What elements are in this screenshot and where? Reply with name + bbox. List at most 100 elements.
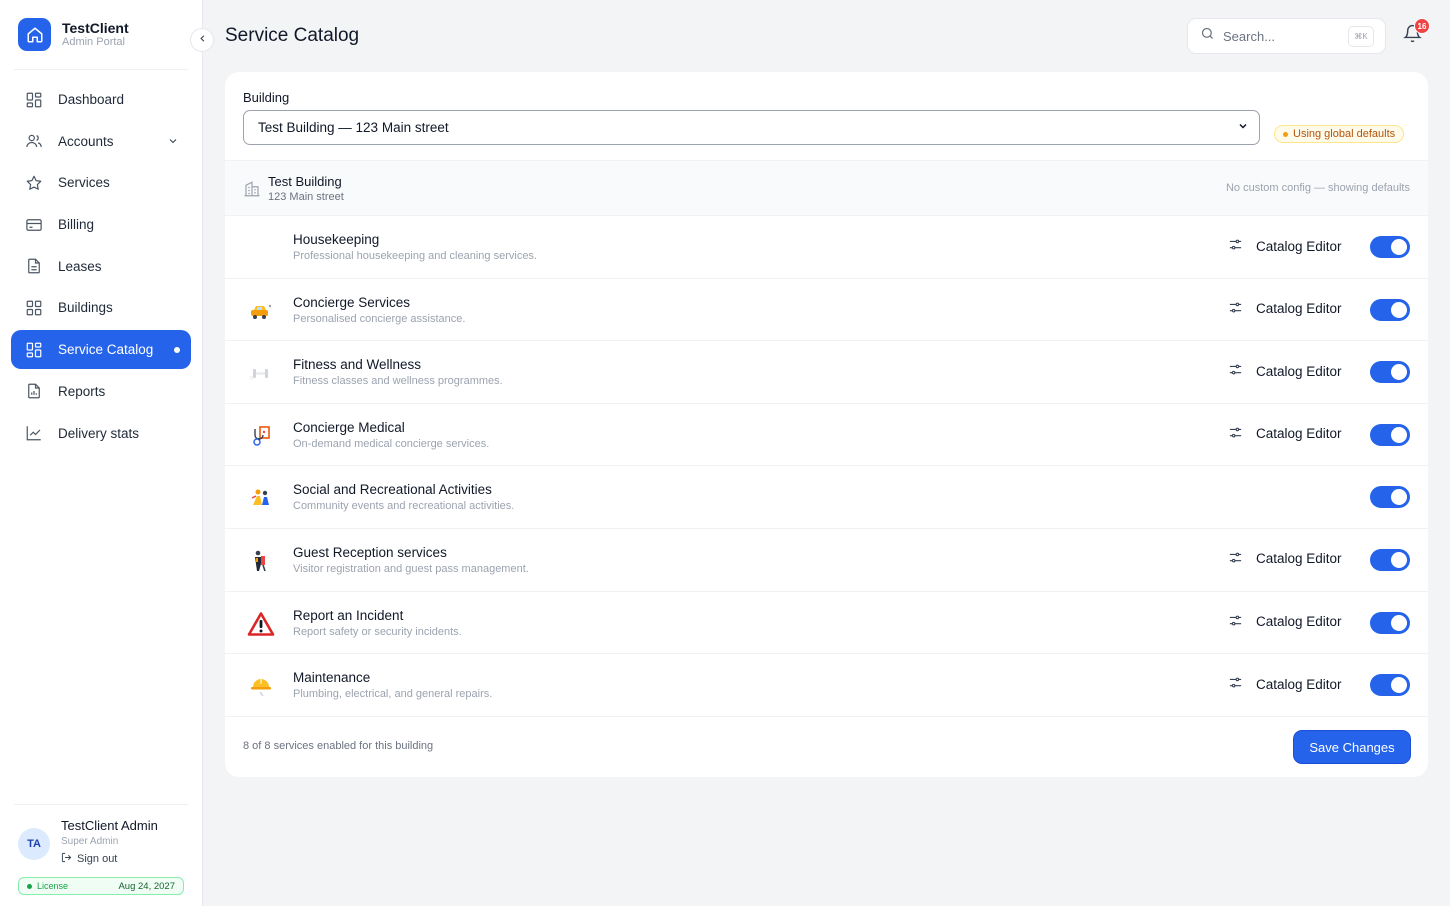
license-label: License bbox=[37, 881, 69, 891]
catalog-editor-button[interactable]: Catalog Editor bbox=[1228, 613, 1342, 631]
chevron-left-icon bbox=[197, 31, 208, 49]
license-badge: License Aug 24, 2027 bbox=[18, 877, 184, 895]
catalog-editor-button[interactable]: Catalog Editor bbox=[1228, 425, 1342, 443]
catalog-editor-label: Catalog Editor bbox=[1256, 614, 1342, 630]
sidebar-nav: Dashboard Accounts Services Billing Leas… bbox=[11, 80, 191, 455]
service-toggle[interactable] bbox=[1370, 486, 1410, 509]
catalog-editor-label: Catalog Editor bbox=[1256, 238, 1342, 254]
sidebar-item-label: Buildings bbox=[58, 300, 113, 316]
service-row-fitness-and-wellness: Fitness and Wellness Fitness classes and… bbox=[225, 341, 1428, 404]
user-panel: TA TestClient Admin Super Admin Sign out bbox=[18, 818, 158, 866]
building-select[interactable]: Test Building — 123 Main street bbox=[243, 110, 1260, 145]
report-icon bbox=[24, 381, 44, 401]
catalog-editor-label: Catalog Editor bbox=[1256, 676, 1342, 692]
service-toggle[interactable] bbox=[1370, 361, 1410, 384]
toggle-knob bbox=[1391, 551, 1407, 568]
license-status-dot bbox=[27, 883, 32, 889]
toggle-knob bbox=[1391, 426, 1407, 443]
building-config-note: No custom config — showing defaults bbox=[1225, 182, 1410, 194]
service-toggle[interactable] bbox=[1370, 298, 1410, 321]
sign-out-link[interactable]: Sign out bbox=[61, 852, 158, 866]
service-row-housekeeping: Housekeeping Professional housekeeping a… bbox=[225, 216, 1428, 279]
sliders-icon bbox=[1228, 550, 1243, 568]
sidebar-item-label: Delivery stats bbox=[58, 425, 140, 441]
search-box[interactable]: ⌘K bbox=[1187, 18, 1386, 54]
sidebar: TestClient Admin Portal Dashboard Accoun… bbox=[0, 0, 203, 906]
notification-count-badge: 16 bbox=[1414, 18, 1430, 34]
sidebar-item-label: Services bbox=[58, 175, 110, 191]
reception-icon bbox=[247, 548, 275, 574]
service-row-concierge-medical: Concierge Medical On-demand medical conc… bbox=[225, 404, 1428, 467]
sliders-icon bbox=[1228, 237, 1243, 255]
sliders-icon bbox=[1228, 362, 1243, 380]
catalog-editor-button[interactable]: Catalog Editor bbox=[1228, 362, 1342, 380]
catalog-editor-button[interactable]: Catalog Editor bbox=[1228, 237, 1342, 255]
sign-out-icon bbox=[61, 852, 72, 866]
service-name: Concierge Services bbox=[293, 294, 411, 310]
catalog-editor-button[interactable]: Catalog Editor bbox=[1228, 550, 1342, 568]
active-indicator-dot bbox=[174, 347, 180, 354]
search-input[interactable] bbox=[1223, 28, 1343, 44]
service-description: Report safety or security incidents. bbox=[293, 625, 462, 638]
toggle-knob bbox=[1391, 364, 1407, 381]
user-role: Super Admin bbox=[61, 836, 119, 847]
sign-out-label: Sign out bbox=[77, 853, 118, 865]
sidebar-item-dashboard[interactable]: Dashboard bbox=[11, 80, 191, 119]
credit-card-icon bbox=[24, 215, 44, 235]
sidebar-item-accounts[interactable]: Accounts bbox=[11, 122, 191, 161]
user-name: TestClient Admin bbox=[61, 818, 158, 833]
page-title: Service Catalog bbox=[225, 25, 360, 46]
catalog-editor-label: Catalog Editor bbox=[1256, 363, 1342, 379]
toggle-knob bbox=[1391, 301, 1407, 318]
concierge-car-icon bbox=[247, 298, 275, 324]
service-name: Report an Incident bbox=[293, 607, 404, 623]
service-toggle[interactable] bbox=[1370, 548, 1410, 571]
sidebar-item-billing[interactable]: Billing bbox=[11, 205, 191, 244]
service-description: On-demand medical concierge services. bbox=[293, 437, 490, 450]
brand[interactable]: TestClient Admin Portal bbox=[18, 18, 129, 51]
sidebar-item-leases[interactable]: Leases bbox=[11, 247, 191, 286]
building-label: Building bbox=[243, 90, 290, 105]
license-date: Aug 24, 2027 bbox=[118, 880, 175, 892]
sidebar-item-services[interactable]: Services bbox=[11, 163, 191, 202]
sidebar-item-buildings[interactable]: Buildings bbox=[11, 288, 191, 327]
sidebar-item-reports[interactable]: Reports bbox=[11, 372, 191, 411]
service-name: Social and Recreational Activities bbox=[293, 482, 492, 498]
service-name: Housekeeping bbox=[293, 232, 380, 247]
dumbbell-icon bbox=[247, 360, 275, 386]
avatar[interactable]: TA bbox=[18, 828, 50, 860]
service-description: Community events and recreational activi… bbox=[293, 500, 515, 513]
save-changes-button[interactable]: Save Changes bbox=[1294, 731, 1410, 763]
sidebar-item-service-catalog[interactable]: Service Catalog bbox=[11, 330, 191, 370]
sliders-icon bbox=[1228, 300, 1243, 318]
warning-triangle-icon bbox=[247, 611, 275, 637]
chevron-down-icon[interactable] bbox=[167, 135, 179, 150]
toggle-knob bbox=[1391, 489, 1407, 506]
sidebar-item-label: Dashboard bbox=[58, 92, 125, 107]
service-list: Housekeeping Professional housekeeping a… bbox=[225, 216, 1428, 717]
home-icon bbox=[18, 18, 51, 51]
star-icon bbox=[24, 173, 44, 193]
line-chart-icon bbox=[24, 423, 44, 443]
service-toggle[interactable] bbox=[1370, 611, 1410, 634]
service-name: Fitness and Wellness bbox=[293, 357, 422, 373]
hard-hat-icon bbox=[247, 673, 275, 699]
service-catalog-card: Building Test Building — 123 Main street… bbox=[225, 72, 1428, 777]
sidebar-item-delivery-stats[interactable]: Delivery stats bbox=[11, 414, 191, 453]
buildings-grid-icon bbox=[24, 298, 44, 318]
catalog-editor-label: Catalog Editor bbox=[1256, 551, 1342, 567]
chevron-down-icon bbox=[1237, 120, 1249, 135]
building-address: 123 Main street bbox=[268, 191, 344, 203]
service-description: Professional housekeeping and cleaning s… bbox=[293, 250, 537, 262]
document-icon bbox=[24, 256, 44, 276]
service-toggle[interactable] bbox=[1370, 236, 1410, 258]
service-toggle[interactable] bbox=[1370, 674, 1410, 697]
building-summary: Test Building 123 Main street No custom … bbox=[225, 160, 1428, 216]
service-description: Visitor registration and guest pass mana… bbox=[293, 562, 529, 575]
building-select-value: Test Building — 123 Main street bbox=[258, 120, 449, 135]
service-toggle[interactable] bbox=[1370, 423, 1410, 446]
collapse-sidebar-button[interactable] bbox=[190, 28, 214, 52]
catalog-editor-button[interactable]: Catalog Editor bbox=[1228, 300, 1342, 318]
catalog-editor-button[interactable]: Catalog Editor bbox=[1228, 675, 1342, 693]
service-name: Guest Reception services bbox=[293, 544, 447, 560]
